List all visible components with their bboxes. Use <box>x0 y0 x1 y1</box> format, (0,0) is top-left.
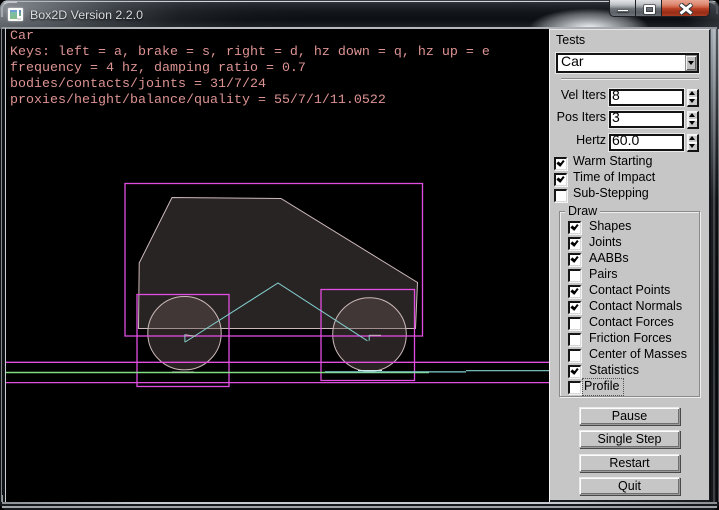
svg-text:frequency = 4 hz, damping rati: frequency = 4 hz, damping ratio = 0.7 <box>10 61 306 76</box>
svg-text:Keys: left = a, brake = s, rig: Keys: left = a, brake = s, right = d, hz… <box>10 45 490 60</box>
svg-text:Car: Car <box>10 29 34 44</box>
svg-text:proxies/height/balance/quality: proxies/height/balance/quality = 55/7/1/… <box>10 93 386 108</box>
svg-text:bodies/contacts/joints = 31/7/: bodies/contacts/joints = 31/7/24 <box>10 77 266 92</box>
